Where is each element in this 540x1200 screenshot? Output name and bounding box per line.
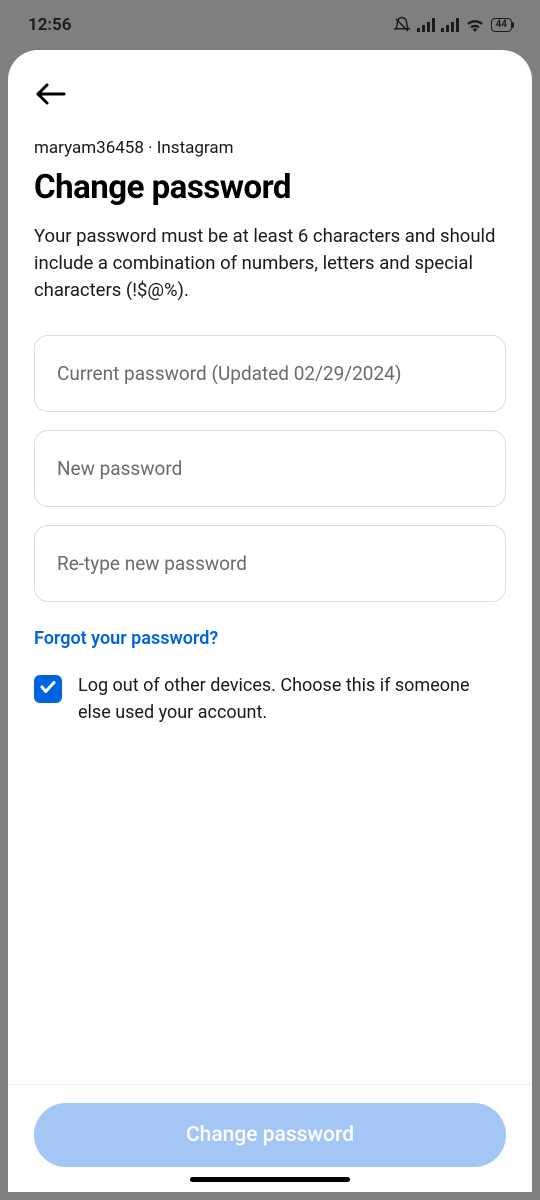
current-password-field[interactable] xyxy=(34,335,506,412)
sheet: maryam36458 · Instagram Change password … xyxy=(8,50,532,1192)
forgot-password-link[interactable]: Forgot your password? xyxy=(34,628,506,649)
signal-icon xyxy=(417,18,435,32)
back-button[interactable] xyxy=(32,78,70,114)
wifi-icon xyxy=(465,18,485,32)
status-bar: 12:56 44 xyxy=(0,0,540,50)
home-indicator xyxy=(190,1177,350,1182)
mute-icon xyxy=(393,16,411,34)
page-title: Change password xyxy=(34,168,506,207)
arrow-left-icon xyxy=(36,95,66,110)
new-password-field[interactable] xyxy=(34,430,506,507)
battery-icon: 44 xyxy=(491,18,512,32)
change-password-button[interactable]: Change password xyxy=(34,1103,506,1167)
signal-icon-2 xyxy=(441,18,459,32)
password-requirements: Your password must be at least 6 charact… xyxy=(34,223,506,303)
status-time: 12:56 xyxy=(28,15,71,35)
status-right: 44 xyxy=(393,16,512,34)
logout-other-devices-checkbox[interactable] xyxy=(34,675,62,703)
check-icon xyxy=(39,678,57,700)
bottom-bar: Change password xyxy=(8,1084,532,1192)
logout-checkbox-label: Log out of other devices. Choose this if… xyxy=(78,673,506,725)
retype-password-field[interactable] xyxy=(34,525,506,602)
breadcrumb: maryam36458 · Instagram xyxy=(34,138,506,158)
